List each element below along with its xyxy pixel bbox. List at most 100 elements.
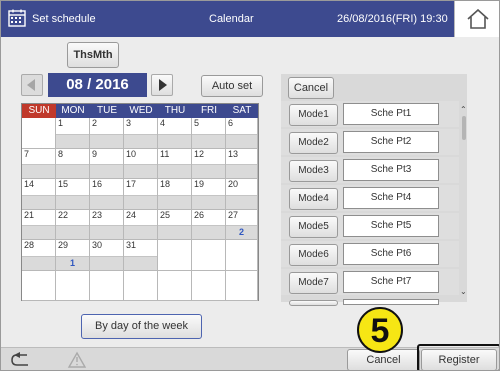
pattern-number: 1 (69, 257, 75, 268)
mode-button[interactable]: Mode3 (289, 160, 338, 182)
calendar-day-cell[interactable]: 28 (22, 240, 56, 271)
calendar-day-cell[interactable]: 17 (124, 179, 158, 210)
register-button[interactable]: Register (421, 349, 497, 370)
calendar-day-cell[interactable]: 7 (22, 148, 56, 179)
pattern-strip (56, 164, 89, 178)
next-month-button[interactable] (151, 74, 173, 96)
calendar-day-cell[interactable]: 6 (226, 118, 258, 149)
mode-button[interactable]: Mode6 (289, 244, 338, 266)
schedule-screen: Set schedule Calendar 26/08/2016(FRI) 19… (0, 0, 500, 371)
day-number: 8 (58, 148, 64, 159)
calendar-day-cell[interactable]: 22 (56, 209, 90, 240)
calendar-empty-cell (22, 118, 56, 149)
calendar-day-cell[interactable]: 14 (22, 179, 56, 210)
pattern-number: 2 (238, 227, 244, 237)
calendar-day-cell[interactable]: 3 (124, 118, 158, 149)
datetime-display: 26/08/2016(FRI) 19:30 (337, 13, 448, 25)
schedule-pattern-field[interactable]: Sche Pt6 (343, 243, 439, 265)
mode-button[interactable]: Mode5 (289, 216, 338, 238)
calendar-day-cell[interactable]: 2 (90, 118, 124, 149)
scroll-up-icon[interactable]: ⌃ (460, 105, 467, 114)
calendar-day-cell[interactable]: 21 (22, 209, 56, 240)
schedule-pattern-field-partial[interactable] (343, 299, 439, 305)
day-number: 15 (58, 179, 69, 189)
day-number: 10 (126, 148, 137, 159)
calendar-empty-cell (192, 270, 226, 301)
weekday-header: THU (158, 104, 192, 118)
mode-button[interactable]: Mode2 (289, 132, 338, 154)
day-number: 19 (194, 179, 205, 189)
calendar-day-cell[interactable]: 31 (124, 240, 158, 271)
weekday-header: SAT (226, 104, 258, 118)
calendar-day-cell[interactable]: 12 (192, 148, 226, 179)
weekday-header: TUE (90, 104, 124, 118)
calendar-day-cell[interactable]: 26 (192, 209, 226, 240)
pattern-strip (192, 164, 225, 178)
schedule-pattern-field[interactable]: Sche Pt5 (343, 215, 439, 237)
calendar-day-cell[interactable]: 16 (90, 179, 124, 210)
calendar-day-cell[interactable]: 27 2 (226, 209, 258, 240)
schedule-pattern-field[interactable]: Sche Pt1 (343, 103, 439, 125)
schedule-pattern-field[interactable]: Sche Pt4 (343, 187, 439, 209)
calendar-heading: Calendar (209, 13, 254, 25)
pattern-strip (226, 133, 257, 148)
day-number: 31 (126, 240, 137, 250)
day-number: 27 (228, 209, 239, 220)
weekday-header: SUN (22, 104, 56, 118)
day-number: 30 (92, 240, 103, 250)
calendar-empty-cell (90, 270, 124, 301)
pattern-strip (56, 194, 89, 209)
cancel-selection-button[interactable]: Cancel (288, 77, 334, 99)
triangle-right-icon (159, 79, 167, 91)
schedule-pattern-field[interactable]: Sche Pt7 (343, 271, 439, 293)
by-day-of-week-button[interactable]: By day of the week (81, 314, 202, 339)
mode-button-partial[interactable] (289, 300, 338, 306)
calendar-day-cell[interactable]: 19 (192, 179, 226, 210)
day-number: 1 (58, 118, 64, 128)
calendar-day-cell[interactable]: 9 (90, 148, 124, 179)
calendar-day-cell[interactable]: 8 (56, 148, 90, 179)
calendar-day-cell[interactable]: 20 (226, 179, 258, 210)
warning-button[interactable] (57, 347, 97, 370)
calendar-day-cell[interactable]: 10 (124, 148, 158, 179)
calendar-day-cell[interactable]: 13 (226, 148, 258, 179)
calendar-empty-cell (22, 270, 56, 301)
day-number: 6 (228, 118, 234, 128)
calendar-day-cell[interactable]: 18 (158, 179, 192, 210)
calendar-day-cell[interactable]: 15 (56, 179, 90, 210)
day-number: 17 (126, 179, 137, 189)
prev-month-button[interactable] (21, 74, 43, 96)
auto-set-button[interactable]: Auto set (201, 75, 263, 97)
day-number: 12 (194, 148, 205, 159)
home-button[interactable] (454, 1, 499, 37)
calendar-day-cell[interactable]: 29 1 (56, 240, 90, 271)
scroll-down-icon[interactable]: ⌄ (460, 287, 467, 296)
calendar-day-cell[interactable]: 30 (90, 240, 124, 271)
day-number: 2 (92, 118, 98, 128)
pattern-strip (226, 164, 257, 178)
mode-button[interactable]: Mode7 (289, 272, 338, 294)
scrollbar-thumb[interactable] (462, 116, 466, 140)
calendar-day-cell[interactable]: 1 (56, 118, 90, 149)
day-number: 16 (92, 179, 103, 189)
calendar-day-cell[interactable]: 24 (124, 209, 158, 240)
pattern-strip (90, 225, 123, 239)
schedule-pattern-field[interactable]: Sche Pt3 (343, 159, 439, 181)
calendar-empty-cell (226, 270, 258, 301)
home-icon (467, 9, 489, 29)
day-number: 26 (194, 209, 205, 220)
pattern-strip (124, 255, 157, 270)
calendar-day-cell[interactable]: 4 (158, 118, 192, 149)
day-number: 4 (160, 118, 166, 128)
back-button[interactable] (1, 347, 43, 370)
schedule-pattern-field[interactable]: Sche Pt2 (343, 131, 439, 153)
this-month-button[interactable]: ThsMth (67, 42, 119, 68)
calendar-day-cell[interactable]: 5 (192, 118, 226, 149)
mode-button[interactable]: Mode4 (289, 188, 338, 210)
pattern-strip (158, 225, 191, 239)
mode-button[interactable]: Mode1 (289, 104, 338, 126)
calendar-day-cell[interactable]: 11 (158, 148, 192, 179)
calendar-day-cell[interactable]: 23 (90, 209, 124, 240)
pattern-strip (124, 133, 157, 148)
calendar-day-cell[interactable]: 25 (158, 209, 192, 240)
